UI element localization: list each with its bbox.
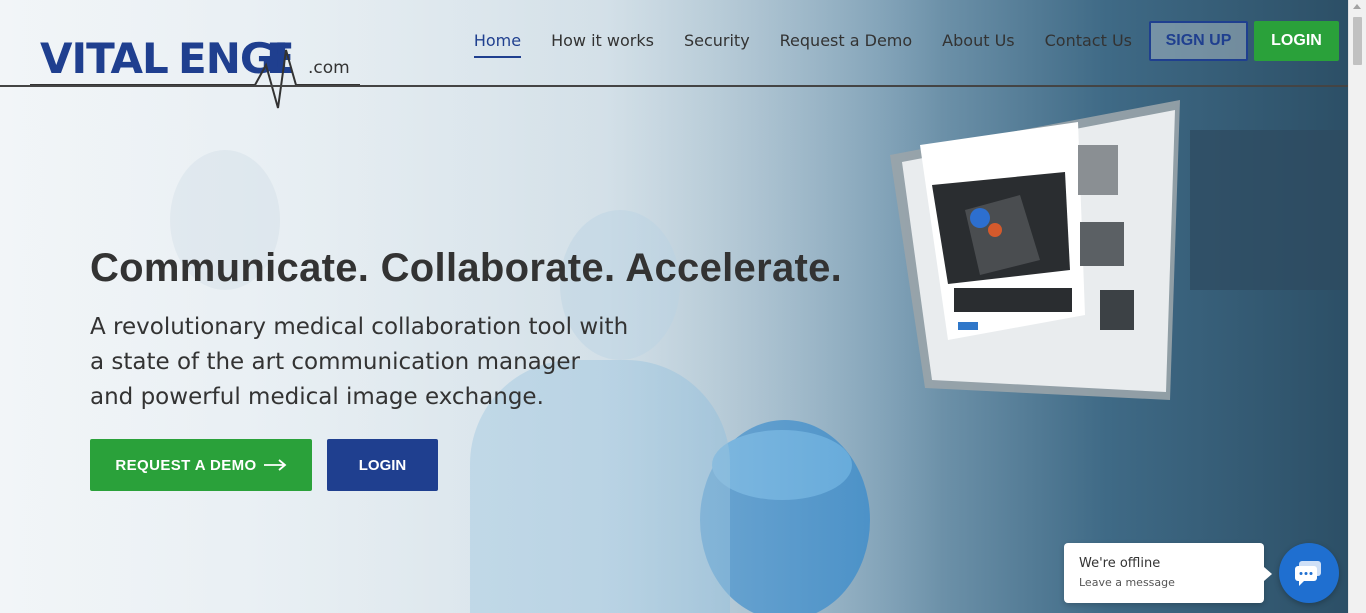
nav-about-us[interactable]: About Us [927, 22, 1029, 60]
login-button-header[interactable]: LOGIN [1254, 21, 1339, 61]
nav-home[interactable]: Home [459, 22, 536, 60]
request-demo-label: REQUEST A DEMO [115, 456, 257, 474]
chat-icon [1293, 559, 1327, 592]
nav-home-label: Home [473, 31, 522, 58]
hero-title: Communicate. Collaborate. Accelerate. [90, 246, 843, 290]
header-divider [0, 85, 1349, 87]
hero-subtitle: A revolutionary medical collaboration to… [90, 314, 629, 410]
nav-request-demo[interactable]: Request a Demo [765, 22, 928, 60]
main-nav: Home How it works Security Request a Dem… [459, 21, 1339, 61]
nav-contact-us[interactable]: Contact Us [1030, 22, 1147, 60]
scroll-thumb[interactable] [1353, 17, 1362, 65]
nav-security[interactable]: Security [669, 22, 765, 60]
app-screenshot-monitor [870, 100, 1200, 420]
page-scrollbar[interactable] [1348, 0, 1366, 613]
request-demo-button[interactable]: REQUEST A DEMO [90, 439, 312, 491]
scroll-up-icon[interactable] [1353, 4, 1361, 9]
arrow-right-icon [263, 455, 287, 476]
svg-text:.com: .com [308, 58, 350, 78]
login-button-hero[interactable]: LOGIN [327, 439, 438, 491]
site-header: VITAL ENGI E .com Home How it works Secu… [0, 0, 1349, 109]
signup-button[interactable]: SIGN UP [1149, 21, 1248, 61]
svg-text:VITAL: VITAL [40, 34, 168, 83]
chat-prompt: Leave a message [1079, 576, 1175, 589]
vitalengine-logo[interactable]: VITAL ENGI E .com [0, 30, 450, 112]
chat-launcher-button[interactable] [1279, 543, 1339, 603]
svg-text:E: E [266, 34, 295, 83]
nav-how-it-works[interactable]: How it works [536, 22, 669, 60]
chat-status: We're offline [1079, 556, 1161, 571]
chat-offline-bubble[interactable]: We're offline Leave a message [1064, 543, 1272, 603]
